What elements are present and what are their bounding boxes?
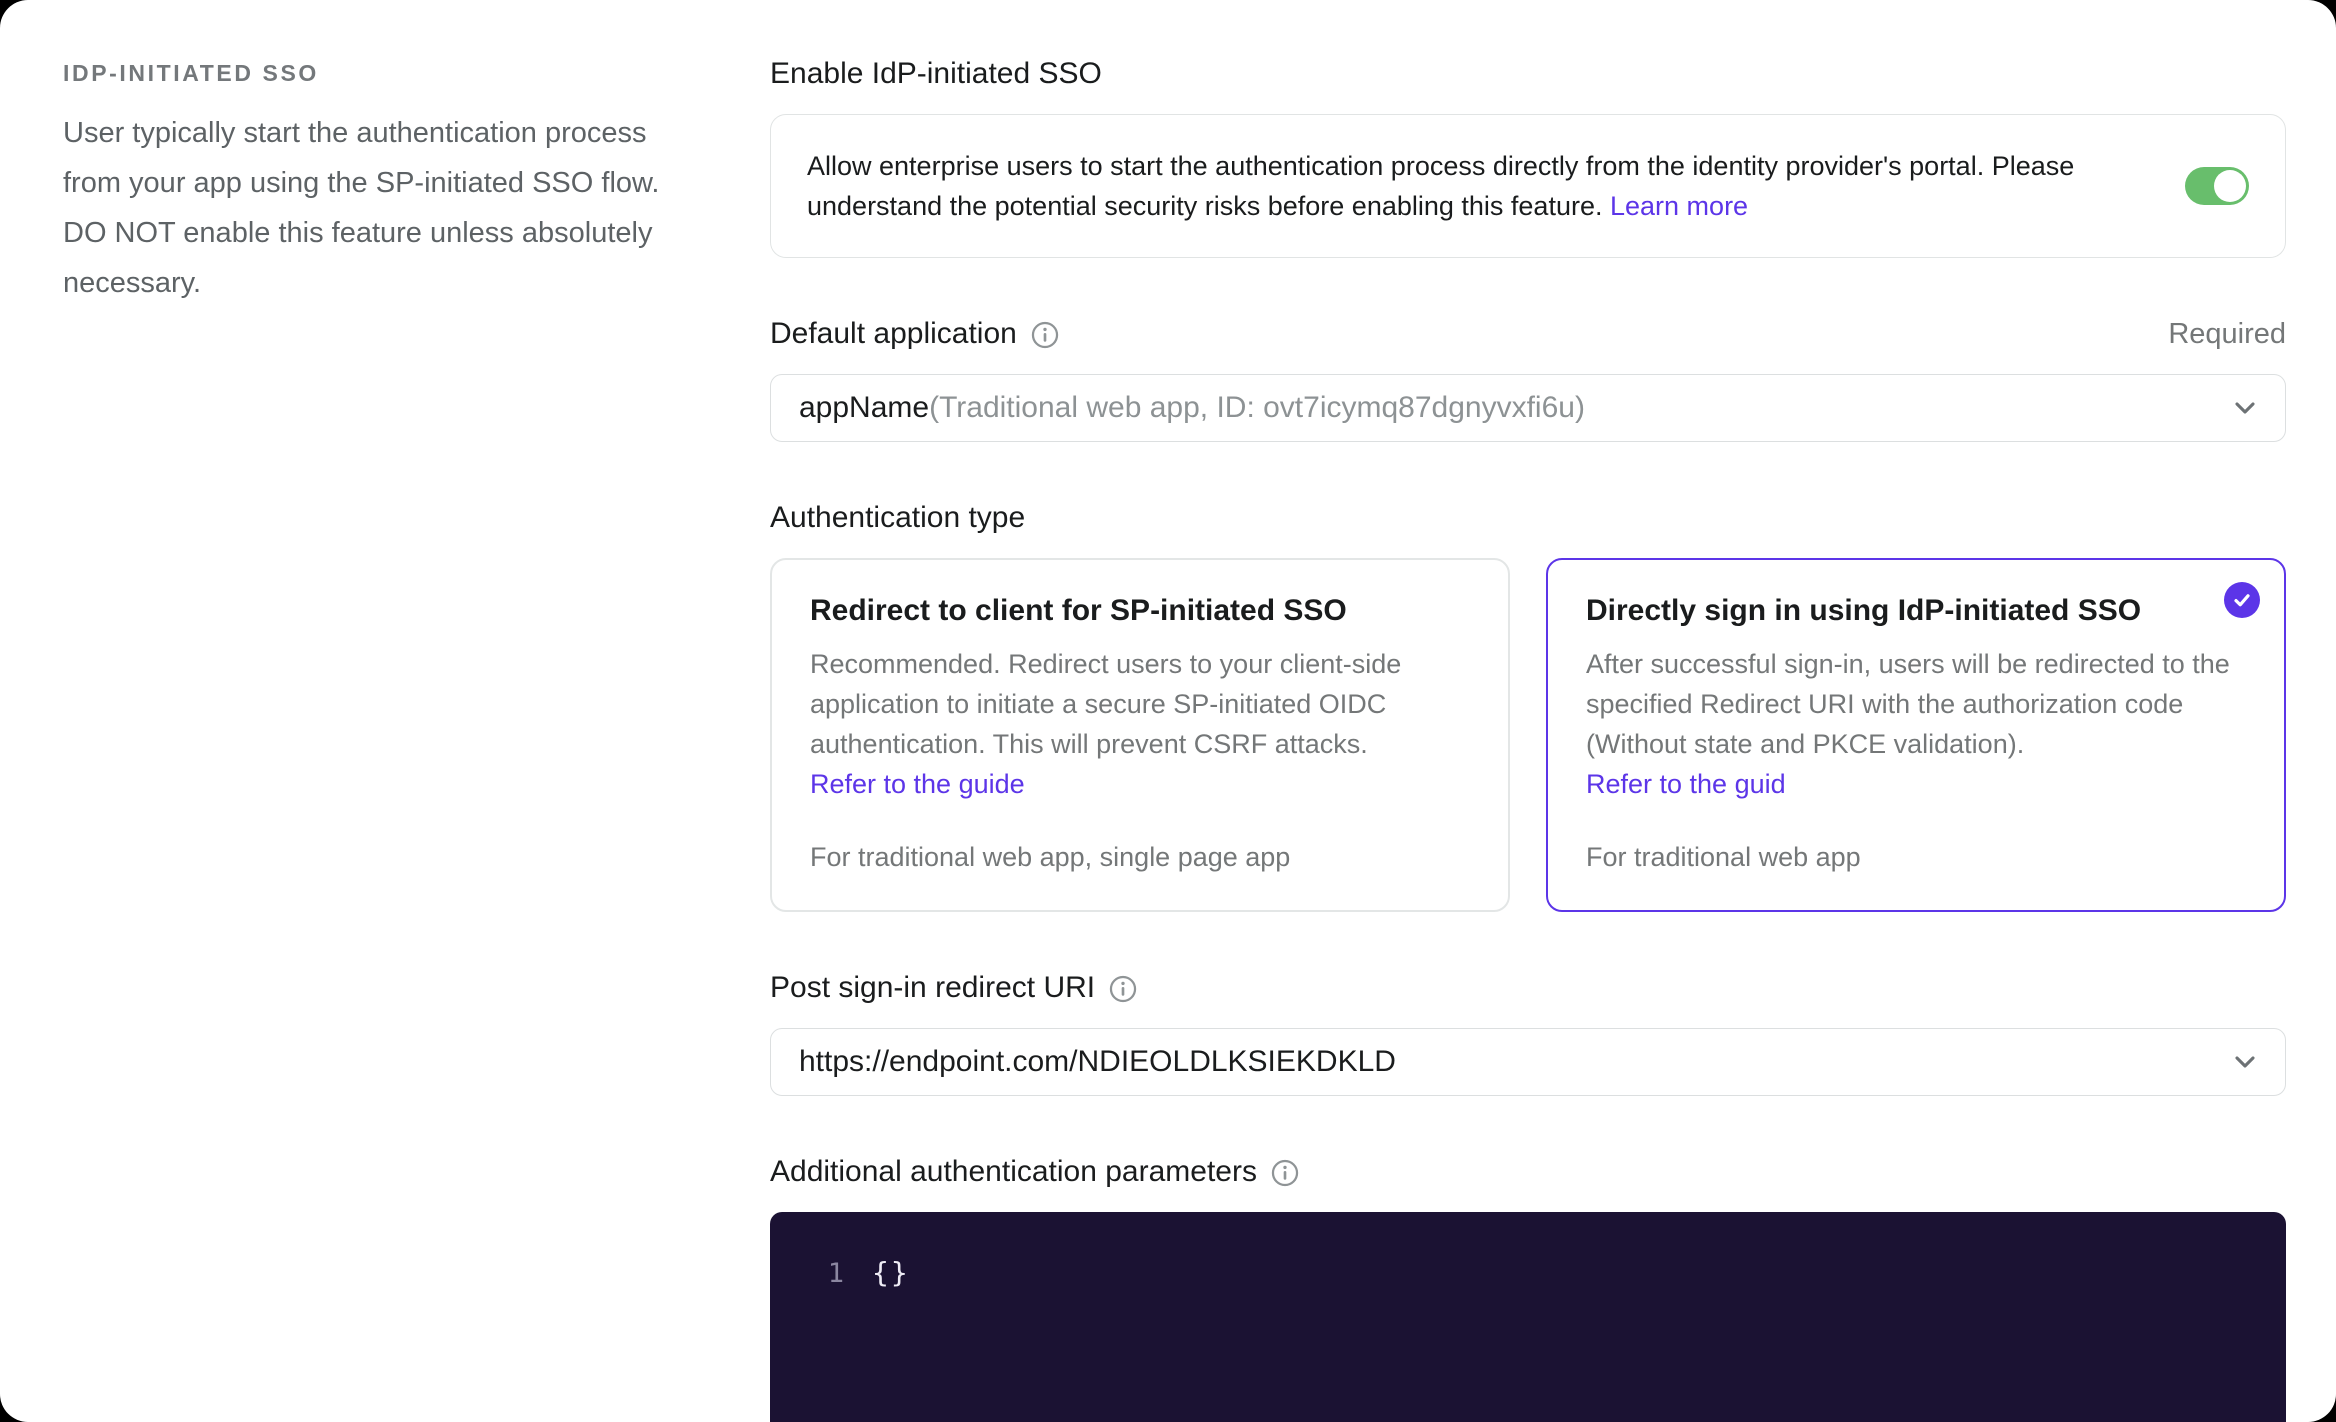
redirect-uri-label: Post sign-in redirect URI (770, 970, 1137, 1006)
chevron-down-icon (2235, 402, 2255, 414)
option-footnote: For traditional web app, single page app (810, 842, 1291, 872)
enable-sso-label: Enable IdP-initiated SSO (770, 57, 1102, 90)
option-footnote: For traditional web app (1586, 842, 1861, 872)
info-icon (1271, 1159, 1299, 1187)
enable-sso-card: Allow enterprise users to start the auth… (770, 114, 2286, 258)
code-line: 1 {} (770, 1256, 2286, 1289)
option-sp-initiated-sso[interactable]: Redirect to client for SP-initiated SSO … (770, 558, 1510, 912)
option-title: Directly sign in using IdP-initiated SSO (1586, 594, 2142, 627)
check-icon (2234, 594, 2250, 607)
option-description: After successful sign-in, users will be … (1586, 649, 2230, 759)
line-number: 1 (827, 1258, 844, 1289)
option-title: Redirect to client for SP-initiated SSO (810, 594, 1347, 627)
authentication-type-options: Redirect to client for SP-initiated SSO … (770, 558, 2286, 912)
additional-params-label-text: Additional authentication parameters (770, 1155, 1257, 1188)
redirect-uri-select[interactable]: https://endpoint.com/NDIEOLDLKSIEKDKLD (770, 1028, 2286, 1096)
option-idp-initiated-sso[interactable]: Directly sign in using IdP-initiated SSO… (1546, 558, 2286, 912)
enable-sso-toggle[interactable] (2185, 167, 2249, 205)
required-badge: Required (2168, 318, 2286, 350)
default-application-field: Default application Required appName (Tr… (770, 316, 2286, 442)
toggle-knob (2214, 170, 2246, 202)
section-description: User typically start the authentication … (63, 117, 660, 299)
code-content: {} (872, 1256, 910, 1289)
redirect-uri-label-row: Post sign-in redirect URI (770, 970, 2286, 1006)
default-application-label-row: Default application Required (770, 316, 2286, 352)
info-icon (1109, 975, 1137, 1003)
default-application-label-text: Default application (770, 317, 1017, 350)
additional-params-field: Additional authentication parameters 1 {… (770, 1154, 2286, 1422)
settings-window: IDP-INITIATED SSO User typically start t… (0, 0, 2336, 1422)
enable-sso-description-text: Allow enterprise users to start the auth… (807, 151, 2075, 221)
redirect-uri-field: Post sign-in redirect URI https://endpoi… (770, 970, 2286, 1096)
info-icon (1031, 321, 1058, 349)
redirect-uri-label-text: Post sign-in redirect URI (770, 971, 1096, 1004)
enable-sso-field: Enable IdP-initiated SSO Allow enterpris… (770, 56, 2286, 258)
option-description: Recommended. Redirect users to your clie… (810, 649, 1402, 759)
learn-more-link[interactable]: Learn more (1610, 191, 1748, 221)
section-sidebar: IDP-INITIATED SSO User typically start t… (63, 56, 708, 1422)
selected-app-name: appName (799, 391, 930, 424)
authentication-type-field: Authentication type Redirect to client f… (770, 500, 2286, 912)
chevron-down-icon (2235, 1056, 2255, 1068)
default-application-select[interactable]: appName (Traditional web app, ID: ovt7ic… (770, 374, 2286, 442)
refer-to-guide-link[interactable]: Refer to the guide (810, 764, 1470, 804)
code-editor[interactable]: 1 {} (770, 1212, 2286, 1422)
enable-sso-label-row: Enable IdP-initiated SSO (770, 56, 2286, 92)
enable-sso-description: Allow enterprise users to start the auth… (807, 146, 2151, 226)
sso-form: Enable IdP-initiated SSO Allow enterpris… (770, 56, 2286, 1422)
additional-params-label: Additional authentication parameters (770, 1154, 1299, 1190)
authentication-type-label-row: Authentication type (770, 500, 2286, 536)
additional-params-label-row: Additional authentication parameters (770, 1154, 2286, 1190)
selected-app-detail: (Traditional web app, ID: ovt7icymq87dgn… (929, 391, 1585, 424)
section-title: IDP-INITIATED SSO (63, 60, 319, 86)
selected-check-badge (2224, 582, 2260, 618)
refer-to-guide-link[interactable]: Refer to the guid (1586, 764, 2246, 804)
redirect-uri-value: https://endpoint.com/NDIEOLDLKSIEKDKLD (799, 1045, 1396, 1078)
default-application-label: Default application (770, 316, 1059, 352)
authentication-type-label: Authentication type (770, 501, 1026, 534)
